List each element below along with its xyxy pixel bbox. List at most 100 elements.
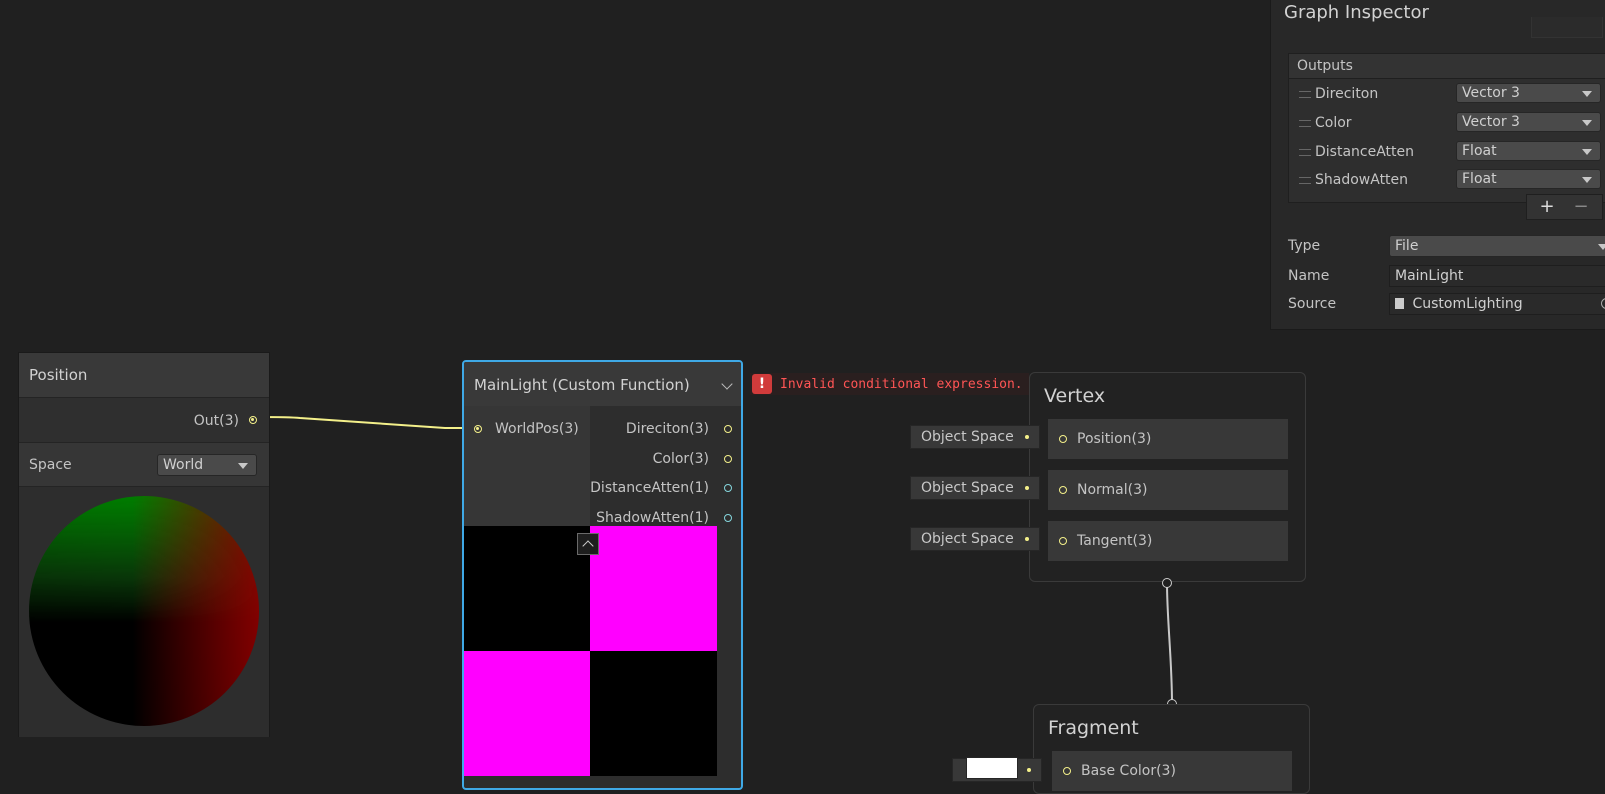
input-ports: WorldPos(3) xyxy=(464,406,590,526)
custom-function-header[interactable]: MainLight (Custom Function) xyxy=(464,362,741,406)
dropdown-caret-icon xyxy=(1582,91,1592,97)
output-name[interactable]: ShadowAtten xyxy=(1315,172,1408,188)
edge-vertex-to-fragment xyxy=(1166,582,1173,705)
space-chip-port xyxy=(1025,486,1029,490)
output-row-direciton[interactable]: Direciton Vector 3 xyxy=(1289,80,1605,108)
output-name[interactable]: Direciton xyxy=(1315,86,1378,102)
direciton-port[interactable] xyxy=(724,425,732,433)
space-label: Space xyxy=(29,457,72,473)
output-type-dropdown[interactable]: Float xyxy=(1456,169,1601,189)
dropdown-caret-icon xyxy=(1582,149,1592,155)
preview-magenta-tile xyxy=(464,651,590,776)
space-chip-label: Object Space xyxy=(921,480,1014,496)
position-node[interactable]: Position Out(3) Space World xyxy=(18,352,270,737)
name-label: Name xyxy=(1288,268,1330,284)
drag-handle-icon[interactable] xyxy=(1299,149,1311,156)
fragment-context-title: Fragment xyxy=(1048,717,1139,739)
outputs-header: Outputs xyxy=(1289,54,1605,79)
worldpos-port[interactable] xyxy=(474,425,482,433)
name-field[interactable]: MainLight xyxy=(1389,265,1605,287)
distanceatten-port[interactable] xyxy=(724,484,732,492)
object-space-chip-tangent[interactable]: Object Space xyxy=(910,527,1040,551)
dropdown-caret-icon xyxy=(1582,177,1592,183)
inspector-tab-stub xyxy=(1531,17,1603,38)
drag-handle-icon[interactable] xyxy=(1299,91,1311,98)
output-type-dropdown[interactable]: Float xyxy=(1456,141,1601,161)
space-dropdown-value: World xyxy=(163,457,204,473)
output-ports: Direciton(3) Color(3) DistanceAtten(1) S… xyxy=(590,406,741,526)
custom-function-preview xyxy=(464,526,717,776)
output-port-direciton[interactable]: Direciton(3) xyxy=(590,414,741,444)
position-output-port[interactable] xyxy=(249,416,257,424)
fragment-context[interactable]: Fragment Base Color(3) xyxy=(1033,704,1310,794)
edge-position-to-worldpos[interactable] xyxy=(256,416,476,429)
error-message: Invalid conditional expression. xyxy=(780,376,1023,392)
remove-output-button[interactable]: − xyxy=(1563,195,1599,219)
output-row-shadowatten[interactable]: ShadowAtten Float xyxy=(1289,166,1605,194)
input-port-label: WorldPos(3) xyxy=(495,421,579,437)
fragment-block-base-color[interactable]: Base Color(3) xyxy=(1052,751,1292,791)
output-row-color[interactable]: Color Vector 3 xyxy=(1289,109,1605,137)
custom-function-ports: WorldPos(3) Direciton(3) Color(3) Distan… xyxy=(464,406,741,526)
shadowatten-port[interactable] xyxy=(724,514,732,522)
custom-function-node[interactable]: MainLight (Custom Function) WorldPos(3) … xyxy=(462,360,743,790)
color-port[interactable] xyxy=(724,455,732,463)
object-picker-icon[interactable] xyxy=(1601,298,1605,309)
source-object-field[interactable]: CustomLighting xyxy=(1389,293,1605,315)
space-chip-label: Object Space xyxy=(921,429,1014,445)
block-label: Tangent(3) xyxy=(1077,533,1153,549)
tangent-block-port[interactable] xyxy=(1059,537,1067,545)
object-space-chip-position[interactable]: Object Space xyxy=(910,425,1040,449)
block-label: Position(3) xyxy=(1077,431,1152,447)
output-name[interactable]: Color xyxy=(1315,115,1352,131)
color-chip-port xyxy=(1027,768,1031,772)
vertex-block-tangent[interactable]: Tangent(3) xyxy=(1048,521,1288,561)
name-field-value: MainLight xyxy=(1395,268,1464,284)
space-chip-label: Object Space xyxy=(921,531,1014,547)
output-type-dropdown[interactable]: Vector 3 xyxy=(1456,112,1601,132)
position-output-port-row: Out(3) xyxy=(19,397,269,442)
dropdown-caret-icon xyxy=(1598,244,1605,250)
position-block-port[interactable] xyxy=(1059,435,1067,443)
input-port-worldpos[interactable]: WorldPos(3) xyxy=(464,414,590,444)
position-preview-sphere xyxy=(29,496,259,726)
output-type-value: Vector 3 xyxy=(1462,85,1520,101)
base-color-swatch[interactable] xyxy=(966,757,1018,779)
collapse-preview-button[interactable] xyxy=(577,533,599,555)
output-port-label: ShadowAtten(1) xyxy=(596,510,709,526)
graph-inspector-title: Graph Inspector xyxy=(1284,2,1429,23)
space-dropdown[interactable]: World xyxy=(157,454,257,476)
add-remove-buttons: + − xyxy=(1526,194,1603,220)
position-node-header[interactable]: Position xyxy=(19,353,269,397)
output-type-dropdown[interactable]: Vector 3 xyxy=(1456,83,1601,103)
output-port-distanceatten[interactable]: DistanceAtten(1) xyxy=(590,473,741,503)
vertex-context-title: Vertex xyxy=(1044,385,1106,407)
type-label: Type xyxy=(1288,238,1321,254)
outputs-list: Outputs Direciton Vector 3 Color Vector … xyxy=(1288,53,1605,203)
vertex-context[interactable]: Vertex Position(3) Normal(3) Tangent(3) xyxy=(1029,372,1306,582)
chevron-down-icon[interactable] xyxy=(721,378,733,390)
output-row-distanceatten[interactable]: DistanceAtten Float xyxy=(1289,138,1605,166)
vertex-flow-out-port[interactable] xyxy=(1162,578,1172,588)
file-icon xyxy=(1395,298,1404,309)
output-port-color[interactable]: Color(3) xyxy=(590,444,741,474)
error-badge[interactable]: ! Invalid conditional expression. xyxy=(750,373,1029,395)
drag-handle-icon[interactable] xyxy=(1299,120,1311,127)
normal-block-port[interactable] xyxy=(1059,486,1067,494)
base-color-block-port[interactable] xyxy=(1063,767,1071,775)
position-output-label: Out(3) xyxy=(193,413,239,429)
object-space-chip-normal[interactable]: Object Space xyxy=(910,476,1040,500)
vertex-block-normal[interactable]: Normal(3) xyxy=(1048,470,1288,510)
drag-handle-icon[interactable] xyxy=(1299,177,1311,184)
custom-function-title: MainLight (Custom Function) xyxy=(474,376,690,394)
dropdown-caret-icon xyxy=(238,463,248,469)
output-name[interactable]: DistanceAtten xyxy=(1315,144,1414,160)
source-row: Source CustomLighting xyxy=(1288,293,1605,319)
dropdown-caret-icon xyxy=(1582,120,1592,126)
block-label: Base Color(3) xyxy=(1081,763,1176,779)
vertex-block-position[interactable]: Position(3) xyxy=(1048,419,1288,459)
type-value: File xyxy=(1395,238,1419,254)
add-output-button[interactable]: + xyxy=(1529,195,1565,219)
output-port-label: DistanceAtten(1) xyxy=(590,480,709,496)
type-dropdown[interactable]: File xyxy=(1389,235,1605,257)
